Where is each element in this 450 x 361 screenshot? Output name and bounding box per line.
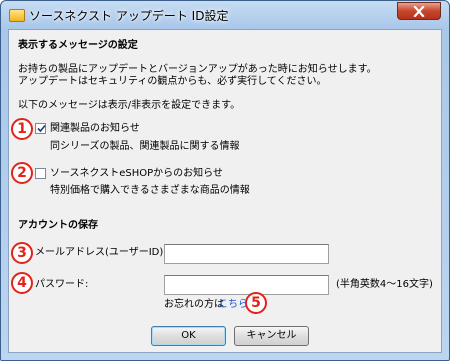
password-label: パスワード: (35, 279, 89, 290)
dialog-body: 表示するメッセージの設定 お持ちの製品にアップデートとバージョンアップがあった時… (8, 29, 442, 353)
eshop-news-label[interactable]: ソースネクストeSHOPからのお知らせ (50, 168, 223, 180)
close-icon (413, 6, 425, 17)
display-heading: 表示するメッセージの設定 (18, 40, 138, 51)
related-products-checkbox[interactable] (35, 123, 46, 134)
close-button[interactable] (397, 2, 441, 20)
email-input[interactable] (164, 244, 329, 264)
ok-button[interactable]: OK (151, 326, 226, 346)
description-line-1: お持ちの製品にアップデートとバージョンアップがあった時にお知らせします。 (18, 64, 377, 75)
email-label: メールアドレス(ユーザーID): (35, 247, 167, 258)
marker-2: 2 (11, 162, 33, 184)
marker-4: 4 (11, 272, 33, 294)
related-products-desc: 同シリーズの製品、関連製品に関する情報 (50, 141, 240, 152)
eshop-news-checkbox[interactable] (35, 168, 46, 179)
title-bar[interactable]: ソースネクスト アップデート ID設定 (1, 1, 449, 29)
related-products-label[interactable]: 関連製品のお知らせ (50, 123, 140, 135)
marker-5: 5 (245, 292, 267, 314)
password-hint: (半角英数4〜16文字) (336, 279, 433, 290)
description-line-2: アップデートはセキュリティの観点からも、必ず実行してください。 (18, 76, 327, 87)
account-heading: アカウントの保存 (18, 220, 98, 231)
window-title: ソースネクスト アップデート ID設定 (29, 9, 229, 23)
dialog-window: ソースネクスト アップデート ID設定 表示するメッセージの設定 お持ちの製品に… (0, 0, 450, 361)
marker-1: 1 (11, 118, 33, 140)
password-input[interactable] (164, 275, 329, 295)
forgot-text: お忘れの方は (164, 299, 224, 310)
forgot-password-link[interactable]: こちら (218, 299, 248, 311)
app-icon (9, 9, 25, 22)
eshop-news-desc: 特別価格で購入できるさまざまな商品の情報 (50, 185, 250, 196)
checkmark-icon (37, 124, 46, 133)
marker-3: 3 (11, 242, 33, 264)
cancel-button[interactable]: キャンセル (234, 326, 309, 346)
display-note: 以下のメッセージは表示/非表示を設定できます。 (18, 100, 241, 111)
